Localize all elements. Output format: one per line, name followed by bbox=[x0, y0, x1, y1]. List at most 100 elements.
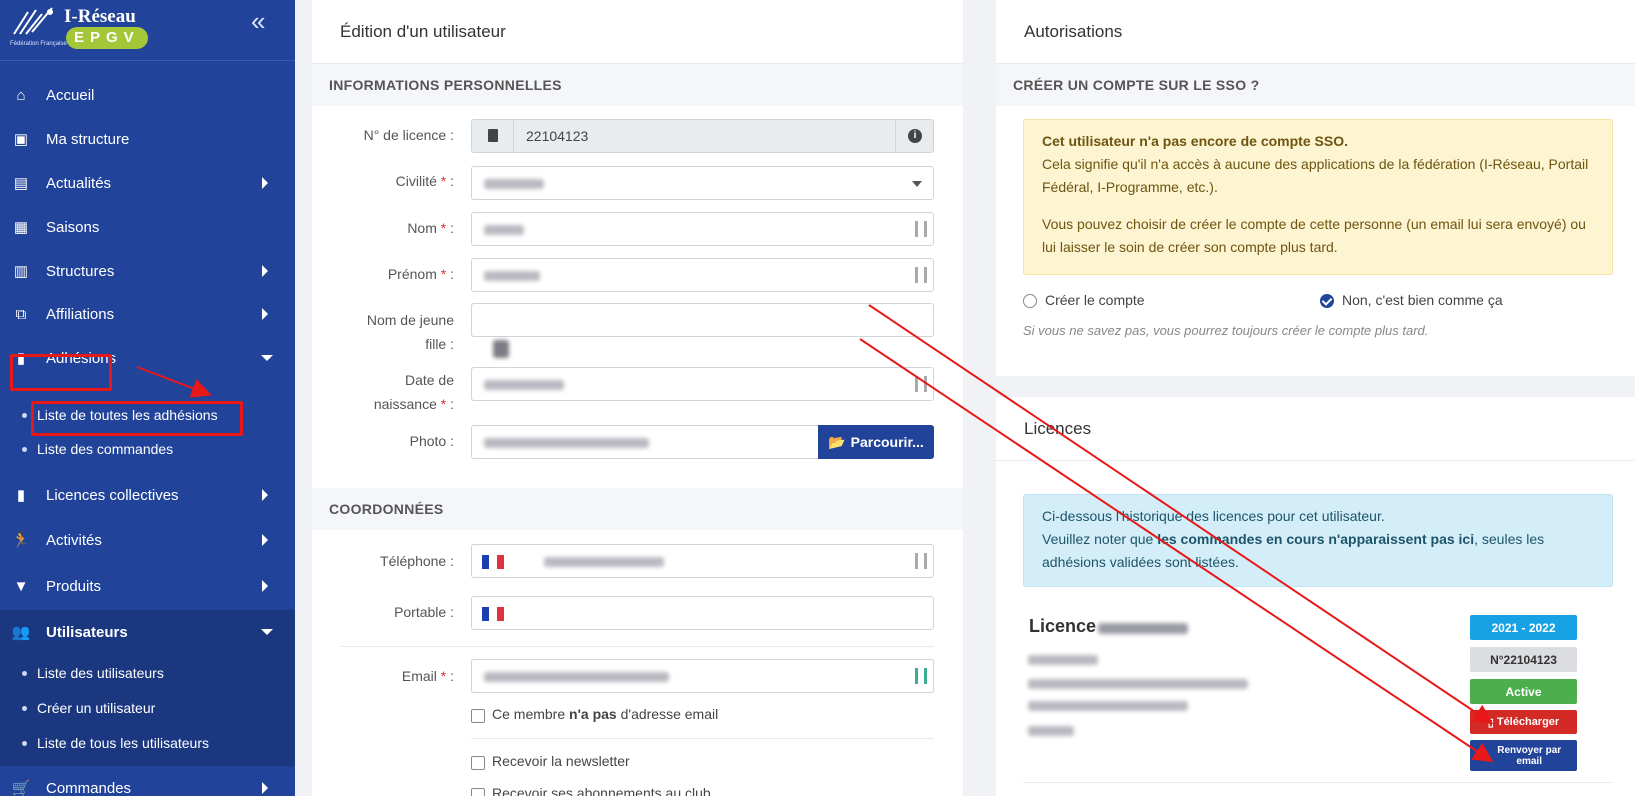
sidebar-item-affiliations[interactable]: ⧉ Affiliations bbox=[0, 292, 295, 336]
sidebar-subitem-creer-utilisateur[interactable]: Créer un utilisateur bbox=[22, 693, 155, 723]
divider bbox=[471, 738, 934, 739]
subscription-checkbox[interactable] bbox=[471, 788, 485, 796]
redacted-address bbox=[1028, 679, 1248, 689]
radio-create-account[interactable] bbox=[1023, 294, 1037, 308]
section-sso: CRÉER UN COMPTE SUR LE SSO ? bbox=[996, 64, 1635, 106]
sso-alert-title: Cet utilisateur n'a pas encore de compte… bbox=[1042, 133, 1348, 149]
radio-create-account-label: Créer le compte bbox=[1045, 292, 1145, 308]
password-manager-icon[interactable] bbox=[915, 267, 927, 283]
sidebar-item-utilisateurs[interactable]: 👥 Utilisateurs bbox=[0, 610, 295, 654]
license-value: 22104123 bbox=[526, 128, 589, 144]
resend-email-button[interactable]: ✉ Renvoyer par email bbox=[1470, 740, 1577, 771]
sidebar-subitem-commandes[interactable]: Liste des commandes bbox=[22, 434, 173, 464]
sidebar-item-accueil[interactable]: ⌂ Accueil bbox=[0, 73, 295, 117]
photo-file-input[interactable]: 📂 Parcourir... bbox=[471, 425, 934, 459]
sidebar-item-structures[interactable]: ▥ Structures bbox=[0, 249, 295, 293]
no-email-checkbox[interactable] bbox=[471, 709, 485, 723]
browse-button[interactable]: 📂 Parcourir... bbox=[818, 425, 934, 459]
bookmark-icon: ▼ bbox=[13, 577, 29, 595]
email-input[interactable] bbox=[471, 659, 934, 693]
bullet-icon bbox=[22, 412, 27, 418]
id-card-icon: ▣ bbox=[13, 131, 29, 148]
sidebar-subitem-label: Liste des commandes bbox=[37, 441, 174, 457]
sidebar-item-actualites[interactable]: ▤ Actualités bbox=[0, 161, 295, 205]
redacted-value bbox=[484, 672, 669, 682]
redacted-value bbox=[484, 225, 524, 235]
photo-label: Photo : bbox=[409, 433, 454, 449]
licences-panel: Licences bbox=[996, 397, 1635, 796]
resend-email-button-label: Renvoyer par email bbox=[1497, 744, 1562, 767]
sidebar-item-label: Commandes bbox=[46, 779, 132, 796]
civilite-select[interactable] bbox=[471, 166, 934, 200]
chevron-right-icon bbox=[262, 534, 268, 546]
subscription-checkbox-label: Recevoir ses abonnements au club bbox=[492, 785, 711, 796]
sso-alert-line2: Vous pouvez choisir de créer le compte d… bbox=[1042, 216, 1586, 255]
password-manager-icon[interactable] bbox=[915, 221, 927, 237]
redacted-value bbox=[484, 179, 544, 189]
section-personal-info: INFORMATIONS PERSONNELLES bbox=[312, 64, 963, 106]
password-manager-icon[interactable] bbox=[915, 553, 927, 569]
license-label: N° de licence : bbox=[363, 127, 454, 143]
email-label: Email * : bbox=[401, 668, 454, 684]
sidebar-item-produits[interactable]: ▼ Produits bbox=[0, 564, 295, 608]
chevron-right-icon bbox=[262, 782, 268, 794]
radio-no-account[interactable] bbox=[1320, 294, 1334, 308]
prenom-input[interactable] bbox=[471, 258, 934, 292]
license-field: 22104123 i bbox=[471, 119, 934, 153]
sidebar-item-activites[interactable]: 🏃 Activités bbox=[0, 518, 295, 562]
licence-number-badge: N°22104123 bbox=[1470, 647, 1577, 672]
chevron-down-icon bbox=[912, 181, 922, 187]
collapse-sidebar-icon[interactable]: « bbox=[251, 8, 265, 34]
sso-alert-line1: Cela signifie qu'il n'a accès à aucune d… bbox=[1042, 156, 1589, 195]
download-button[interactable]: ▯ Télécharger bbox=[1470, 710, 1577, 734]
bullet-icon bbox=[22, 740, 27, 746]
licences-title: Licences bbox=[996, 397, 1635, 461]
sidebar-item-licences-collectives[interactable]: ▮ Licences collectives bbox=[0, 473, 295, 517]
brand-logo[interactable]: I-Réseau EPGV Fédération Française bbox=[10, 4, 150, 50]
nom-jeune-fille-input[interactable] bbox=[471, 303, 934, 337]
users-icon: 👥 bbox=[11, 624, 31, 641]
brand-name: I-Réseau bbox=[64, 6, 136, 27]
bullet-icon bbox=[22, 446, 27, 452]
brand-header: I-Réseau EPGV Fédération Française « bbox=[0, 0, 295, 61]
sidebar-item-label: Structures bbox=[46, 262, 115, 280]
portable-input[interactable] bbox=[471, 596, 934, 630]
password-manager-icon[interactable] bbox=[915, 668, 927, 684]
telephone-input[interactable] bbox=[471, 544, 934, 578]
radio-no-account-label: Non, c'est bien comme ça bbox=[1342, 292, 1503, 308]
chevron-right-icon bbox=[262, 177, 268, 189]
chevron-down-icon bbox=[261, 629, 273, 635]
france-flag-icon[interactable] bbox=[482, 555, 504, 569]
telephone-label: Téléphone : bbox=[380, 553, 454, 569]
nom-input[interactable] bbox=[471, 212, 934, 246]
date-naissance-input[interactable] bbox=[471, 367, 934, 401]
redacted-value bbox=[544, 557, 664, 567]
calendar-icon: ▦ bbox=[13, 219, 29, 236]
info-icon[interactable]: i bbox=[895, 120, 933, 152]
sidebar-subitem-liste-utilisateurs[interactable]: Liste des utilisateurs bbox=[22, 658, 164, 688]
sidebar-item-label: Utilisateurs bbox=[46, 623, 128, 641]
sidebar-item-saisons[interactable]: ▦ Saisons bbox=[0, 205, 295, 249]
password-manager-icon[interactable] bbox=[915, 376, 927, 392]
nom-label: Nom * : bbox=[407, 220, 454, 236]
brand-subtitle: Fédération Française bbox=[10, 41, 67, 47]
newsletter-checkbox[interactable] bbox=[471, 756, 485, 770]
licences-info-line1: Ci-dessous l'historique des licences pou… bbox=[1042, 508, 1385, 524]
running-icon: 🏃 bbox=[11, 532, 31, 549]
envelope-icon: ✉ bbox=[1476, 750, 1485, 761]
licences-info-line2: Veuillez noter que les commandes en cour… bbox=[1042, 531, 1545, 570]
cart-icon: 🛒 bbox=[11, 780, 31, 796]
chevron-down-icon bbox=[261, 355, 273, 361]
sidebar-item-ma-structure[interactable]: ▣ Ma structure bbox=[0, 117, 295, 161]
divider bbox=[340, 646, 934, 647]
redacted-address bbox=[1028, 726, 1074, 736]
france-flag-icon[interactable] bbox=[482, 607, 504, 621]
redacted-filename bbox=[484, 438, 649, 448]
divider bbox=[1023, 782, 1613, 783]
sidebar-item-label: Licences collectives bbox=[46, 486, 179, 504]
sidebar-subitem-tous-utilisateurs[interactable]: Liste de tous les utilisateurs bbox=[22, 728, 209, 758]
sidebar-item-commandes[interactable]: 🛒 Commandes bbox=[0, 766, 295, 796]
sitemap-icon: ⧉ bbox=[15, 305, 27, 323]
chevron-right-icon bbox=[262, 489, 268, 501]
redacted-address bbox=[1028, 701, 1188, 711]
